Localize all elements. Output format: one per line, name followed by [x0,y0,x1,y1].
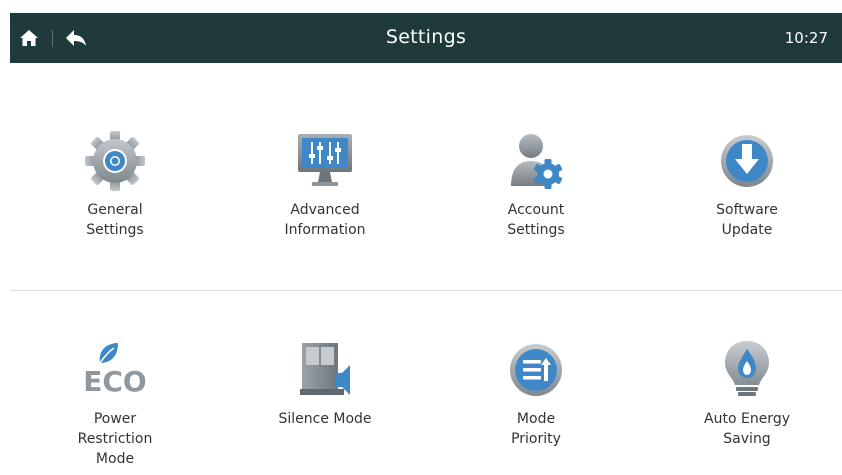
account-settings-button[interactable]: Account Settings [451,128,621,240]
tile-label: Advanced Information [284,202,366,238]
tile-label: Power Restriction Mode [77,411,153,467]
svg-text:ECO: ECO [83,365,146,398]
eco-leaf-icon: ECO [83,343,147,398]
page-title: Settings [385,26,467,48]
bulb-flame-icon [725,341,769,396]
advanced-information-button[interactable]: Advanced Information [240,128,410,240]
priority-list-icon [510,344,562,396]
tile-label: Mode Priority [511,411,561,447]
top-bar: Settings 10:27 [10,13,842,63]
software-update-button[interactable]: Software Update [662,128,832,240]
download-arrow-icon [721,135,773,187]
tile-label: General Settings [86,202,144,238]
power-restriction-mode-button[interactable]: ECO Power Restriction Mode [30,337,200,469]
gear-icon [85,131,145,191]
mode-priority-button[interactable]: Mode Priority [451,337,621,449]
silence-mode-button[interactable]: Silence Mode [240,337,410,429]
clock: 10:27 [784,29,828,47]
tile-label: Auto Energy Saving [704,411,790,447]
user-gear-icon [511,134,563,189]
tile-label: Software Update [716,202,778,238]
monitor-equalizer-icon [298,134,352,186]
tile-label: Account Settings [507,202,565,238]
row-divider [10,290,842,291]
silence-unit-icon [300,343,350,395]
general-settings-button[interactable]: General Settings [30,128,200,240]
auto-energy-saving-button[interactable]: Auto Energy Saving [662,337,832,449]
tile-label: Silence Mode [278,411,372,427]
